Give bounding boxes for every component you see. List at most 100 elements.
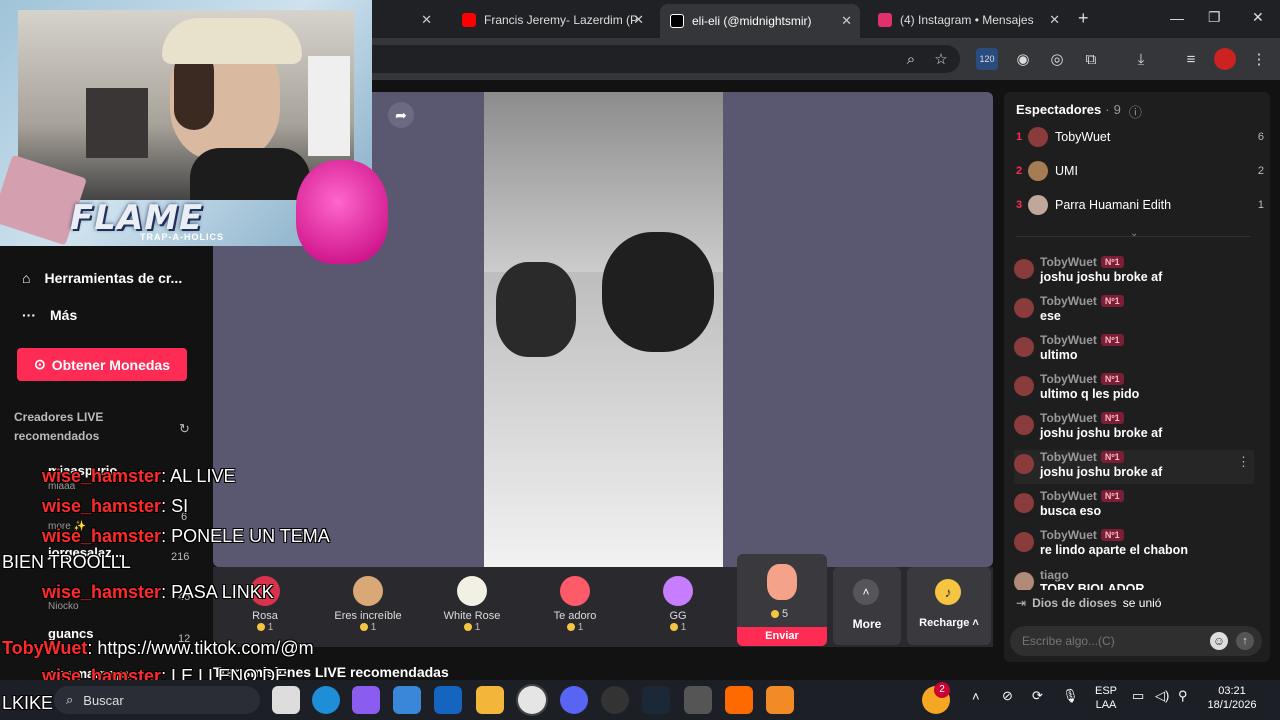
widget-icon[interactable]: 2 xyxy=(922,682,950,714)
chat-user[interactable]: TobyWuet xyxy=(1040,450,1097,464)
gift-eres-increible[interactable]: Eres increíble 1 xyxy=(318,570,418,642)
tab-youtube[interactable]: Francis Jeremy- Lazerdim (P ✕ xyxy=(452,6,652,34)
task-view-icon[interactable] xyxy=(272,686,300,714)
discord-icon[interactable] xyxy=(560,686,588,714)
recharge-button[interactable]: ♪ Recharge ˄ xyxy=(907,567,991,645)
overlay-chat-user: wise_hamster xyxy=(42,526,162,546)
chat-input[interactable] xyxy=(1022,632,1202,650)
copilot-icon[interactable] xyxy=(352,686,380,714)
outlook-icon[interactable] xyxy=(434,686,462,714)
close-tab-icon[interactable]: ✕ xyxy=(421,12,432,28)
get-coins-label: Obtener Monedas xyxy=(51,356,170,373)
more-gifts-button[interactable]: ˄ More xyxy=(833,567,901,645)
microphone-icon[interactable]: 🎙 xyxy=(1062,689,1079,703)
language-indicator[interactable]: ESP LAA xyxy=(1092,684,1120,712)
gift-name: GG xyxy=(669,610,687,622)
refresh-icon[interactable]: ↻ xyxy=(179,421,190,437)
chat-user[interactable]: TobyWuet xyxy=(1040,528,1097,542)
network-icon[interactable]: ⚲ xyxy=(1178,689,1188,703)
chat-text: TOBY BIOLADOR xyxy=(1040,582,1145,590)
file-explorer-icon[interactable] xyxy=(476,686,504,714)
gift-price: 1 xyxy=(370,622,377,633)
chrome-icon[interactable] xyxy=(518,686,546,714)
gift-rosa[interactable]: Rosa 1 xyxy=(215,570,315,642)
zoom-icon[interactable]: ⌕ xyxy=(900,48,922,70)
tray-icon[interactable]: ⊘ xyxy=(1002,689,1013,703)
chat-user[interactable]: TobyWuet xyxy=(1040,255,1097,269)
flame-logo-sub: TRAP-A-HOLICS xyxy=(140,232,224,242)
viewer-score: 2 xyxy=(1257,165,1264,177)
new-tab-icon[interactable]: + xyxy=(1078,8,1089,29)
obs-icon[interactable] xyxy=(601,686,629,714)
volume-icon[interactable]: ◁) xyxy=(1155,689,1169,703)
help-icon[interactable]: ⓘ xyxy=(1129,102,1142,121)
chat-user[interactable]: tiago xyxy=(1040,568,1069,582)
nav-item-more[interactable]: ··· Más xyxy=(22,307,77,323)
menu-dots-icon[interactable]: ⋮ xyxy=(1248,48,1270,70)
close-tab-icon[interactable]: ✕ xyxy=(841,13,852,29)
viewer-row[interactable]: 1 TobyWuet 6 xyxy=(1016,125,1264,149)
rank-badge: Nº1 xyxy=(1100,334,1124,346)
extension-search-icon[interactable]: ◎ xyxy=(1046,48,1068,70)
store-icon[interactable] xyxy=(393,686,421,714)
download-icon[interactable]: ⤓ xyxy=(1130,48,1152,70)
nav-item-label: Herramientas de cr... xyxy=(44,270,183,286)
send-arrow-icon[interactable]: ↑ xyxy=(1236,632,1254,650)
viewer-row[interactable]: 2 UMI 2 xyxy=(1016,159,1264,183)
extension-blue-icon[interactable]: ◉ xyxy=(1012,48,1034,70)
gift-gg[interactable]: GG 1 xyxy=(628,570,728,642)
monitor-icon[interactable]: ▭ xyxy=(1132,689,1144,703)
viewers-header: Espectadores · 9 ⓘ xyxy=(1016,102,1142,121)
extensions-puzzle-icon[interactable]: ⧉ xyxy=(1080,48,1102,70)
minimize-icon[interactable]: — xyxy=(1170,10,1184,26)
bookmark-star-icon[interactable]: ☆ xyxy=(930,48,952,70)
tab-tiktok[interactable]: eli-eli (@midnightsmir) ✕ xyxy=(660,4,860,38)
fl-studio-icon[interactable] xyxy=(766,686,794,714)
gift-white-rose[interactable]: White Rose 1 xyxy=(422,570,522,642)
close-window-icon[interactable]: ✕ xyxy=(1252,9,1264,26)
send-gift-button[interactable]: Enviar xyxy=(737,627,827,646)
soundcloud-icon[interactable] xyxy=(725,686,753,714)
overlay-chat-user: wise_hamster xyxy=(42,582,162,602)
tab-partial[interactable]: ✕ xyxy=(380,6,440,34)
more-options-icon[interactable]: ⋮ xyxy=(1237,454,1250,470)
tab-instagram[interactable]: (4) Instagram • Mensajes ✕ xyxy=(868,6,1068,34)
steam-icon[interactable] xyxy=(642,686,670,714)
clock[interactable]: 03:21 18/1/2026 xyxy=(1200,684,1264,712)
avatar xyxy=(1014,259,1034,279)
chat-user[interactable]: TobyWuet xyxy=(1040,411,1097,425)
coin-icon xyxy=(566,623,575,632)
chat-user[interactable]: TobyWuet xyxy=(1040,372,1097,386)
coin-icon xyxy=(771,610,779,619)
settings-gear-icon[interactable] xyxy=(684,686,712,714)
chat-text: re lindo aparte el chabon xyxy=(1040,543,1188,557)
video-person-left xyxy=(496,262,576,357)
gift-te-adoro[interactable]: Te adoro 1 xyxy=(525,570,625,642)
emoji-icon[interactable]: ☺ xyxy=(1210,632,1228,650)
nav-item-tools[interactable]: ⌂ Herramientas de cr... xyxy=(22,270,182,286)
edge-icon[interactable] xyxy=(312,686,340,714)
join-user[interactable]: Dios de dioses xyxy=(1032,596,1117,610)
viewer-row[interactable]: 3 Parra Huamani Edith 1 xyxy=(1016,193,1264,217)
chat-message: TobyWuet Nº1 re lindo aparte el chabon xyxy=(1014,528,1254,562)
profile-avatar[interactable] xyxy=(1214,48,1236,70)
gift-name: Te adoro xyxy=(553,610,597,622)
chevron-down-icon[interactable]: ⌄ xyxy=(1130,228,1138,239)
overlay-chat-line: wise_hamster: PONELE UN TEMA xyxy=(2,526,330,547)
maximize-icon[interactable]: ❐ xyxy=(1208,9,1221,26)
close-tab-icon[interactable]: ✕ xyxy=(1049,12,1060,28)
chevron-up-icon[interactable]: ˄ xyxy=(972,690,980,704)
chat-user[interactable]: TobyWuet xyxy=(1040,333,1097,347)
close-tab-icon[interactable]: ✕ xyxy=(633,12,644,28)
chat-user[interactable]: TobyWuet xyxy=(1040,489,1097,503)
chat-user[interactable]: TobyWuet xyxy=(1040,294,1097,308)
taskbar-search[interactable]: ⌕ Buscar xyxy=(54,686,260,714)
media-control-icon[interactable]: ≡ xyxy=(1180,48,1202,70)
extension-icon[interactable]: 120 xyxy=(976,48,998,70)
tray-icon[interactable]: ⟳ xyxy=(1032,689,1043,703)
share-icon[interactable]: ➦ xyxy=(388,102,414,128)
get-coins-button[interactable]: ⊙ Obtener Monedas xyxy=(17,348,187,381)
fridge xyxy=(308,56,350,156)
live-video[interactable] xyxy=(484,92,723,567)
overlay-chat-line: BIEN TROOLLL xyxy=(2,552,131,573)
